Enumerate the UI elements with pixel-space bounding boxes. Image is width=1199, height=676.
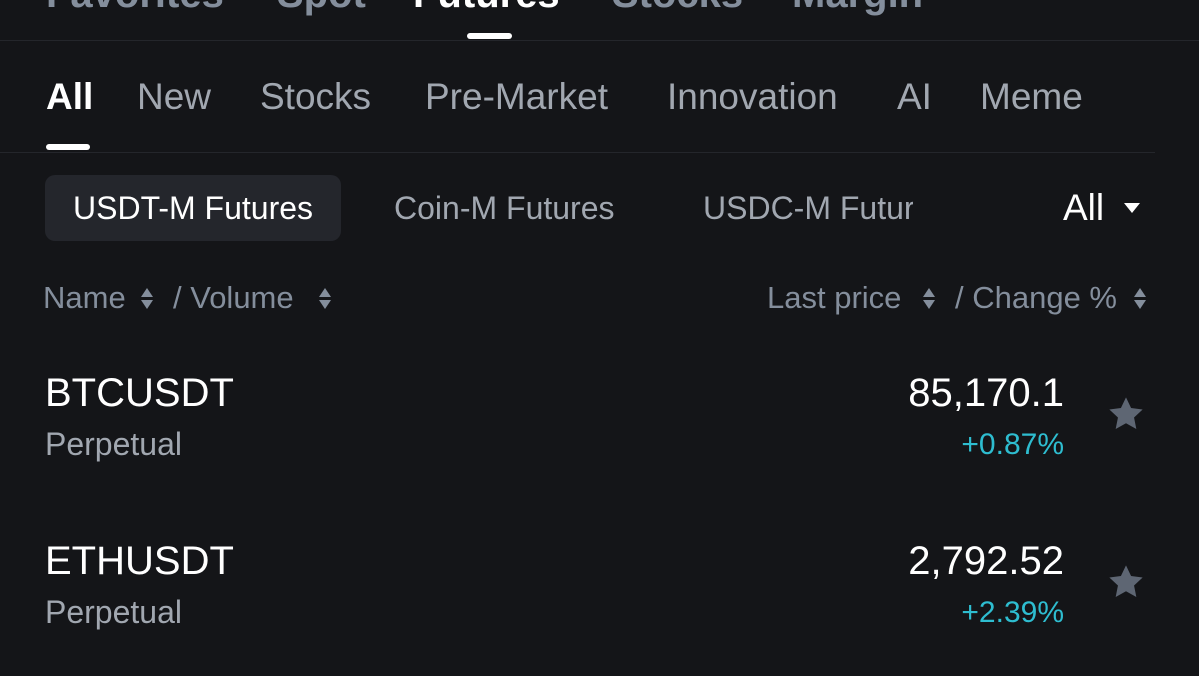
column-header-volume[interactable]: / Volume [173, 280, 294, 316]
tab-stocks[interactable]: Stocks [612, 0, 743, 17]
symbol-name: ETHUSDT [45, 539, 234, 583]
tab-futures[interactable]: Futures [413, 0, 560, 17]
category-stocks[interactable]: Stocks [260, 76, 371, 118]
chip-usdc-m-futures-wrapper: USDC-M Futures [703, 175, 913, 241]
column-header-last-price[interactable]: Last price [767, 280, 901, 316]
change-percent: +0.87% [961, 428, 1064, 461]
active-tab-indicator [467, 33, 512, 39]
column-header-change[interactable]: / Change % [955, 280, 1117, 316]
last-price: 2,792.52 [908, 539, 1064, 583]
category-innovation[interactable]: Innovation [667, 76, 838, 118]
chip-usdc-m-futures[interactable]: USDC-M Futures [703, 175, 913, 241]
chip-coin-m-futures[interactable]: Coin-M Futures [394, 175, 615, 241]
symbol-name: BTCUSDT [45, 371, 234, 415]
sort-icon[interactable] [319, 287, 331, 311]
contract-type: Perpetual [45, 426, 182, 462]
market-row[interactable]: ETHUSDT Perpetual 2,792.52 +2.39% [0, 508, 1199, 676]
market-row[interactable]: BTCUSDT Perpetual 85,170.1 +0.87% [0, 340, 1199, 508]
sort-icon[interactable] [1134, 287, 1146, 311]
category-tabs: All New Stocks Pre-Market Innovation AI … [0, 40, 1155, 153]
active-category-indicator [46, 144, 90, 150]
category-meme[interactable]: Meme [980, 76, 1083, 118]
market-type-tabs: Favorites Spot Futures Stocks Margin [0, 0, 1199, 41]
tab-spot[interactable]: Spot [277, 0, 366, 17]
sort-icon[interactable] [923, 287, 935, 311]
column-header-name[interactable]: Name [43, 280, 126, 316]
change-percent: +2.39% [961, 596, 1064, 629]
category-all[interactable]: All [46, 76, 93, 118]
category-ai[interactable]: AI [897, 76, 932, 118]
tab-margin[interactable]: Margin [792, 0, 923, 17]
chip-usdt-m-futures[interactable]: USDT-M Futures [45, 175, 342, 241]
sort-icon[interactable] [141, 287, 153, 311]
caret-down-icon[interactable] [1124, 203, 1140, 213]
category-new[interactable]: New [137, 76, 211, 118]
category-pre-market[interactable]: Pre-Market [425, 76, 608, 118]
star-icon[interactable] [1105, 561, 1147, 603]
contract-type: Perpetual [45, 594, 182, 630]
filter-dropdown[interactable]: All [1063, 185, 1104, 231]
tab-favorites[interactable]: Favorites [46, 0, 224, 17]
star-icon[interactable] [1105, 393, 1147, 435]
last-price: 85,170.1 [908, 371, 1064, 415]
